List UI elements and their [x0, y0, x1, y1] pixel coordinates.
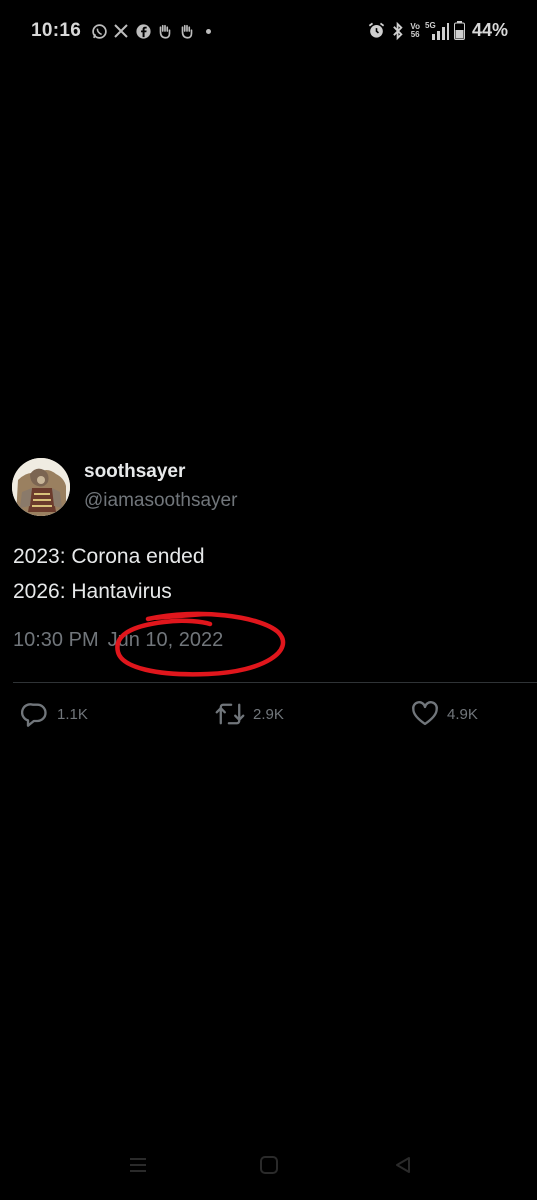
tweet-date: Jun 10, 2022 — [107, 629, 224, 651]
tweet-time: 10:30 PM — [13, 629, 99, 651]
x-icon — [112, 22, 130, 40]
tweet-text: 2023: Corona ended 2026: Hantavirus — [13, 539, 205, 609]
wave-hand-icon — [178, 22, 196, 40]
wave-hand-icon — [156, 22, 174, 40]
retweet-button[interactable]: 2.9K — [215, 700, 284, 728]
back-icon — [393, 1155, 413, 1180]
more-notifications-dot — [206, 28, 211, 34]
back-button[interactable] — [389, 1154, 417, 1180]
recents-button[interactable] — [124, 1154, 152, 1180]
status-time: 10:16 — [31, 20, 82, 41]
author-handle[interactable]: @iamasoothsayer — [84, 490, 237, 512]
notification-icons — [90, 22, 211, 40]
whatsapp-icon — [90, 22, 108, 40]
tweet-line: 2026: Hantavirus — [13, 580, 172, 603]
system-icons: Vo 56 5G 44% — [367, 20, 508, 41]
tweet-line: 2023: Corona ended — [13, 545, 205, 568]
recents-icon — [127, 1155, 149, 1180]
home-button[interactable] — [255, 1154, 283, 1180]
home-icon — [259, 1155, 279, 1180]
bluetooth-icon — [391, 21, 405, 41]
divider — [13, 682, 537, 683]
signal-icon: 5G — [425, 21, 449, 41]
like-count: 4.9K — [447, 705, 478, 723]
reply-icon — [21, 700, 49, 728]
avatar[interactable] — [12, 458, 70, 516]
alarm-icon — [367, 21, 386, 41]
volte-icon: Vo 56 — [410, 21, 420, 39]
like-button[interactable]: 4.9K — [411, 700, 478, 728]
author-name[interactable]: soothsayer — [84, 461, 185, 483]
tweet-actions: 1.1K 2.9K 4.9K — [0, 700, 537, 736]
navigation-bar — [0, 1140, 537, 1192]
reply-button[interactable]: 1.1K — [21, 700, 88, 728]
battery-icon — [453, 21, 465, 41]
facebook-icon — [134, 22, 152, 40]
status-bar: 10:16 Vo 56 5G 44% — [0, 0, 537, 64]
heart-icon — [411, 700, 439, 728]
tweet-timestamp[interactable]: 10:30 PM Jun 10, 2022 — [13, 629, 223, 652]
retweet-icon — [215, 700, 245, 728]
reply-count: 1.1K — [57, 705, 88, 723]
retweet-count: 2.9K — [253, 705, 284, 723]
network-type-label: 5G — [425, 21, 436, 30]
battery-percentage: 44% — [471, 20, 508, 40]
